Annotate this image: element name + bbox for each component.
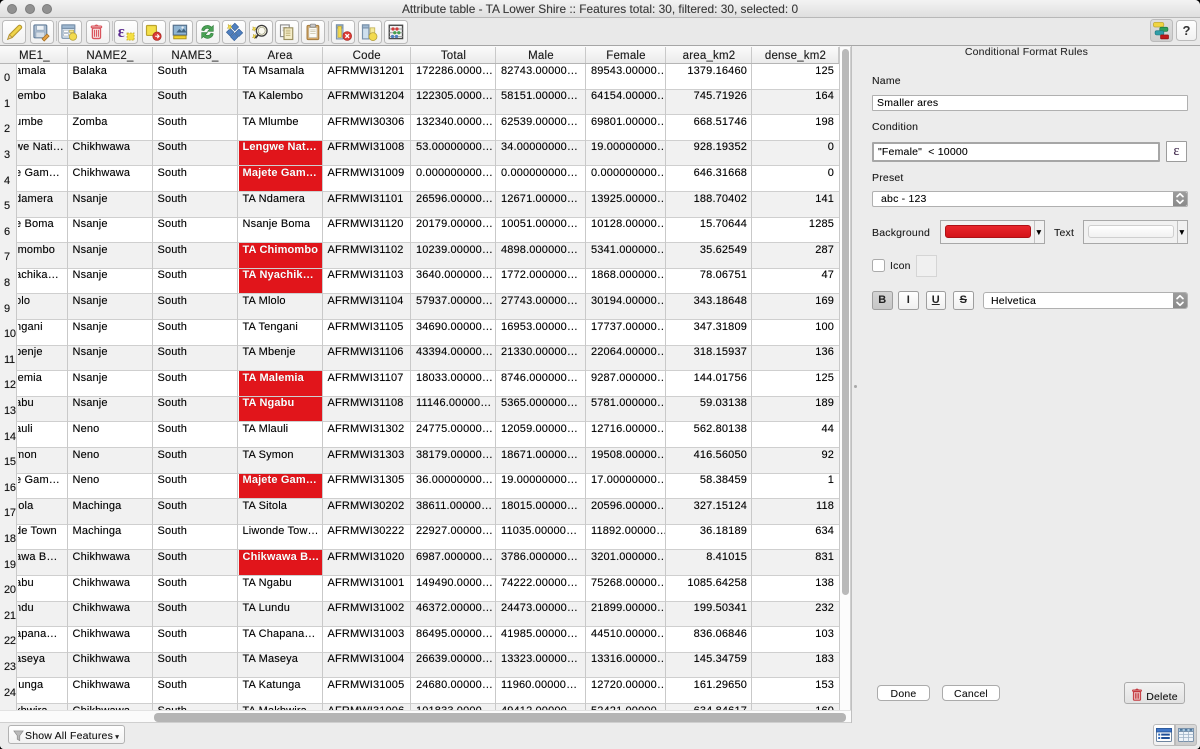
svg-text:ε: ε [117,22,124,41]
